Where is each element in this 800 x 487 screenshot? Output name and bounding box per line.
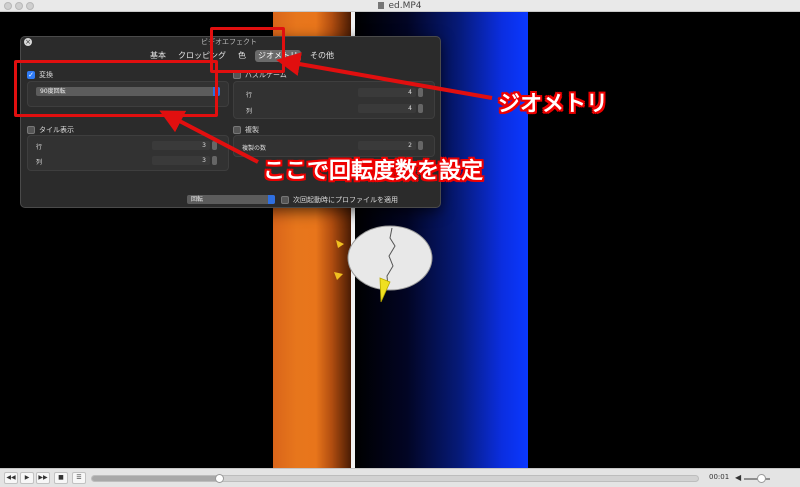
apply-on-launch-checkbox[interactable] — [281, 196, 289, 204]
timeline-slider[interactable] — [91, 474, 699, 483]
panel-close-button[interactable]: × — [24, 38, 32, 46]
playback-controls: ◀◀ ▶ ▶▶ ■ ☰ 00:01 ◀ — [0, 468, 800, 487]
elapsed-time: 00:01 — [709, 473, 730, 481]
rewind-button[interactable]: ◀◀ — [4, 472, 18, 484]
fast-forward-button[interactable]: ▶▶ — [36, 472, 50, 484]
puzzle-row-stepper[interactable] — [418, 88, 423, 97]
clone-count-label: 複製の数 — [242, 145, 267, 152]
document-icon — [378, 2, 385, 9]
geometry-annotation: ジオメトリ — [498, 92, 609, 117]
tab-other[interactable]: その他 — [307, 50, 337, 62]
cracked-egg-illustration — [334, 225, 433, 303]
tile-row-label: 行 — [36, 144, 43, 151]
puzzle-col-field[interactable]: 4 — [358, 104, 416, 113]
apply-on-launch-label: 次回起動時にプロファイルを適用 — [293, 196, 398, 204]
tile-row-field[interactable]: 3 — [152, 141, 210, 150]
clone-label: 複製 — [245, 126, 259, 134]
puzzle-group: 行 4 列 4 — [233, 81, 435, 119]
puzzle-col-label: 列 — [246, 108, 253, 115]
rotation-highlight-box — [14, 60, 218, 117]
window-title: ed.MP4 — [0, 0, 800, 12]
geometry-highlight-box — [210, 27, 285, 73]
clone-count-stepper[interactable] — [418, 141, 423, 150]
window-titlebar: ed.MP4 — [0, 0, 800, 12]
tile-col-stepper[interactable] — [212, 156, 217, 165]
apply-on-launch: 次回起動時にプロファイルを適用 — [281, 195, 398, 205]
clone-checkbox[interactable] — [233, 126, 241, 134]
tile-label: タイル表示 — [39, 126, 74, 134]
clone-section: 複製 — [233, 125, 259, 135]
clone-count-field[interactable]: 2 — [358, 141, 416, 150]
tile-group: 行 3 列 3 — [27, 135, 229, 171]
volume-icon[interactable]: ◀ — [735, 473, 741, 482]
rotation-annotation: ここで回転度数を設定 — [263, 159, 484, 184]
profile-select[interactable]: 回転 — [187, 195, 275, 204]
tile-checkbox[interactable] — [27, 126, 35, 134]
volume-knob[interactable] — [757, 474, 766, 483]
tile-col-label: 列 — [36, 159, 43, 166]
puzzle-col-stepper[interactable] — [418, 104, 423, 113]
play-button[interactable]: ▶ — [20, 472, 34, 484]
puzzle-row-field[interactable]: 4 — [358, 88, 416, 97]
puzzle-row-label: 行 — [246, 92, 253, 99]
tile-section: タイル表示 — [27, 125, 74, 135]
tile-col-field[interactable]: 3 — [152, 156, 210, 165]
timeline-progress — [92, 476, 220, 481]
tile-row-stepper[interactable] — [212, 141, 217, 150]
playlist-button[interactable]: ☰ — [72, 472, 86, 484]
stop-button[interactable]: ■ — [54, 472, 68, 484]
timeline-playhead[interactable] — [215, 474, 225, 483]
